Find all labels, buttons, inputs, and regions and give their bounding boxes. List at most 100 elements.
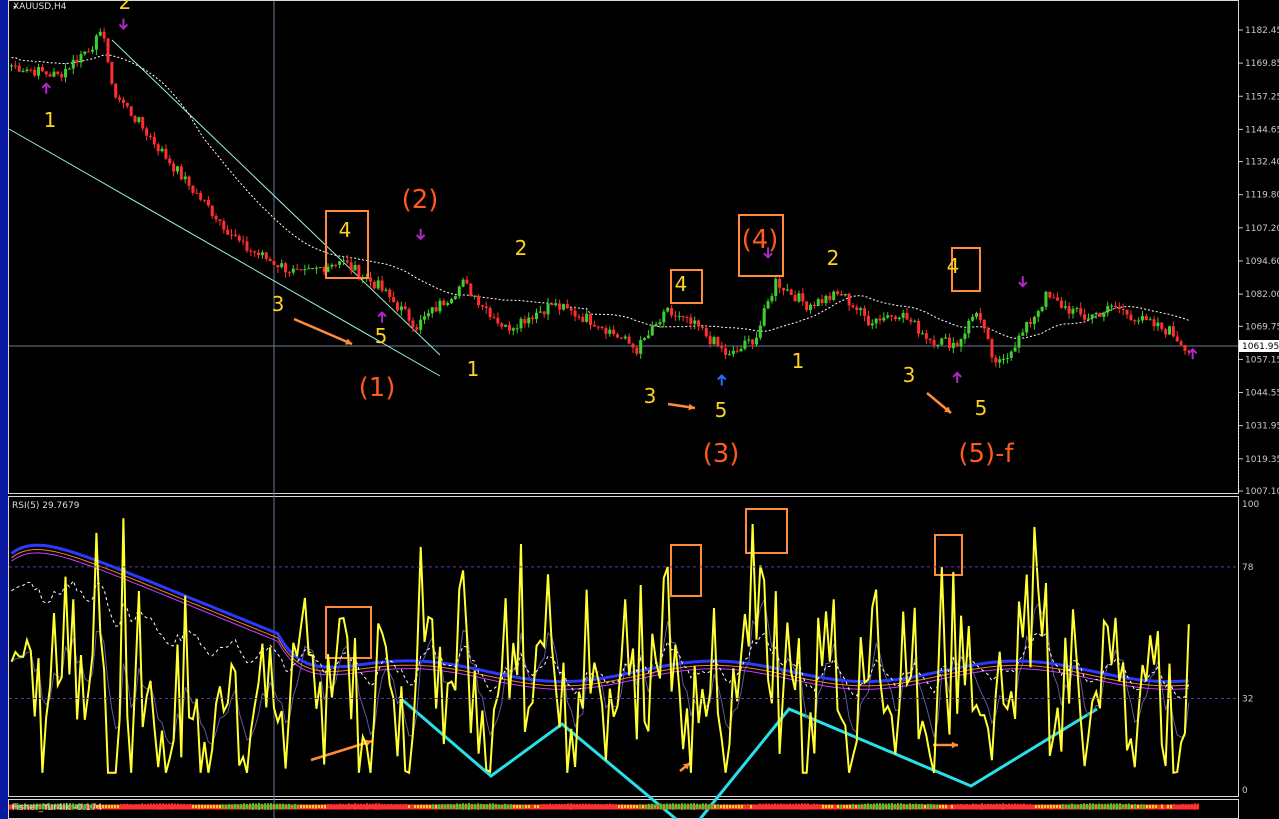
candle-body — [430, 307, 434, 314]
candle-body — [384, 289, 388, 291]
fisher-bar — [1188, 804, 1190, 809]
fisher-bar — [870, 803, 872, 810]
fisher-bar — [198, 804, 200, 809]
fisher-bar — [234, 804, 236, 809]
candle-body — [708, 336, 712, 345]
left-edge-bar — [0, 0, 8, 819]
fisher-bar — [357, 803, 359, 810]
candle-body — [249, 250, 253, 252]
candle-body — [492, 317, 496, 319]
fisher-bar — [363, 803, 365, 810]
candle-body — [110, 62, 114, 84]
candle-body — [71, 59, 75, 69]
fisher-bar — [255, 803, 257, 810]
fisher-bar — [750, 804, 752, 809]
fisher-bar — [495, 804, 497, 809]
trading-chart[interactable]: 2 1 4 3 5 2 1 4 3 5 2 1 4 3 5 (2) (1) (4) (3) (5)-f 1182.45… — [0, 0, 1279, 819]
fisher-bar — [1146, 804, 1148, 809]
candle-body — [581, 317, 585, 322]
axis-dot — [1238, 443, 1239, 444]
candle-body — [488, 308, 492, 318]
candle-body — [789, 289, 793, 295]
fisher-bar — [603, 804, 605, 809]
candle-body — [951, 342, 955, 349]
fisher-bar — [789, 803, 791, 810]
fisher-bar — [288, 803, 290, 810]
fisher-bar — [309, 804, 311, 809]
fisher-bar — [339, 803, 341, 810]
candle-body — [596, 326, 600, 328]
fisher-bar — [342, 803, 344, 810]
candle-body — [658, 322, 662, 325]
fisher-bar — [1026, 804, 1028, 809]
candle-body — [253, 251, 257, 253]
fisher-bar — [348, 803, 350, 810]
price-tick-label: 1107.20 — [1245, 224, 1279, 234]
candle-body — [287, 272, 291, 274]
fisher-bar — [1044, 804, 1046, 809]
fisher-bar — [594, 803, 596, 810]
candle-body — [511, 328, 515, 331]
candle-body — [148, 135, 152, 137]
fisher-bar — [159, 803, 161, 810]
fisher-bar — [762, 803, 764, 810]
fisher-bar — [216, 804, 218, 809]
fisher-bar — [1191, 803, 1193, 810]
fisher-bar — [387, 803, 389, 810]
wave-label-small: 2 — [827, 246, 840, 270]
fisher-bar — [318, 804, 320, 809]
axis-dot — [1238, 464, 1239, 465]
candle-body — [477, 295, 481, 306]
fisher-bar — [564, 803, 566, 810]
candle-body — [168, 158, 172, 164]
candle-body — [770, 296, 774, 302]
chart-title: XAUUSD,H4 — [13, 2, 67, 12]
candle-body — [152, 136, 156, 145]
candle-body — [747, 339, 751, 341]
wave-label-big: (2) — [402, 185, 439, 215]
fisher-bar — [642, 804, 644, 809]
candle-body — [924, 333, 928, 339]
candle-body — [727, 354, 731, 356]
candle-body — [866, 315, 870, 326]
candle-body — [604, 327, 608, 334]
price-tick-label: 1044.55 — [1245, 389, 1279, 399]
fisher-bar — [804, 803, 806, 810]
fisher-bar — [879, 803, 881, 810]
rsi-label: RSI(5) 29.7679 — [12, 501, 80, 511]
candle-body — [295, 268, 299, 270]
fisher-bar — [882, 803, 884, 810]
candle-body — [589, 313, 592, 325]
price-axis[interactable]: 1182.45 1169.85 1157.25 1144.65 1132.40 1119.… — [1238, 26, 1279, 497]
candle-body — [1075, 308, 1079, 310]
fisher-bar — [801, 803, 803, 810]
fisher-bar — [747, 803, 749, 810]
fisher-bar — [846, 804, 848, 809]
candle-body — [774, 278, 778, 297]
fisher-bar — [894, 803, 896, 810]
candle-body — [341, 260, 345, 262]
candle-body — [91, 49, 95, 52]
candle-body — [33, 69, 37, 76]
fisher-bar — [165, 803, 167, 810]
fisher-bar — [129, 803, 131, 810]
candle-body — [751, 339, 755, 345]
candle-body — [994, 357, 998, 363]
fisher-bar — [690, 803, 692, 810]
candle-body — [237, 235, 241, 241]
candle-body — [210, 205, 214, 217]
fisher-bar — [696, 803, 698, 810]
fisher-bar — [168, 803, 170, 810]
fisher-bar — [1011, 803, 1013, 810]
candle-body — [639, 339, 643, 354]
candle-body — [673, 315, 677, 317]
fisher-bar — [795, 803, 797, 810]
fisher-bar — [1179, 804, 1181, 809]
candle-body — [357, 265, 361, 279]
fisher-bar — [858, 804, 860, 809]
fisher-bar — [519, 804, 521, 809]
fisher-bar — [522, 804, 524, 809]
fisher-bar — [429, 804, 431, 809]
candle-body — [631, 343, 635, 348]
fisher-bar — [582, 803, 584, 810]
